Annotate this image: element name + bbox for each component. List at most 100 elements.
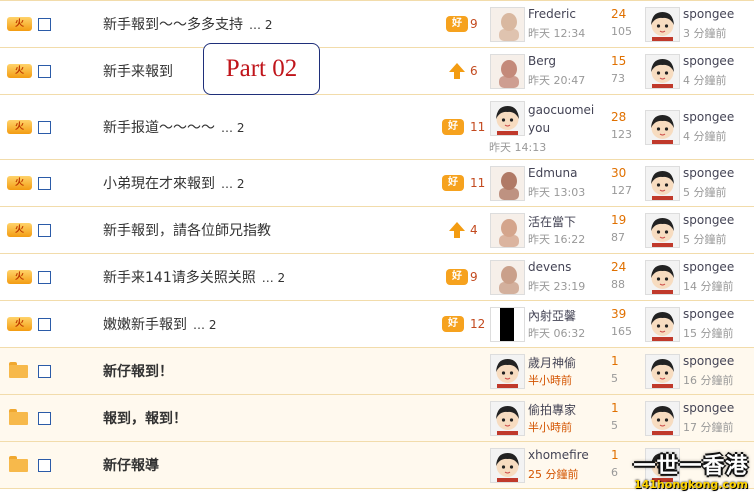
- thread-row[interactable]: 火 嫩嫩新手報到 … 2 好 12 內射亞馨 昨天 06:32 39 165 spongee 15 …: [0, 301, 754, 348]
- thread-title-link[interactable]: 新手来報到: [103, 61, 173, 81]
- thread-checkbox[interactable]: [38, 365, 51, 378]
- page-jump-link[interactable]: … 2: [262, 271, 285, 285]
- last-poster-avatar[interactable]: [645, 54, 680, 89]
- thread-title-link[interactable]: 新手報到，請各位師兄指教: [103, 220, 271, 240]
- thread-checkbox[interactable]: [38, 224, 51, 237]
- last-poster-name[interactable]: spongee: [683, 54, 734, 68]
- poster-name[interactable]: 內射亞馨: [528, 307, 576, 324]
- thread-title-link[interactable]: 新手報到～～多多支持 … 2: [103, 14, 272, 34]
- last-poster-avatar[interactable]: [645, 110, 680, 145]
- poster-avatar[interactable]: [490, 260, 525, 295]
- last-poster-avatar[interactable]: [645, 260, 680, 295]
- last-poster-name[interactable]: spongee: [683, 260, 734, 274]
- thread-title[interactable]: 新仔報到！: [103, 364, 173, 380]
- poster-name[interactable]: Edmuna: [528, 166, 577, 180]
- thread-title[interactable]: 新手来141请多关照关照: [103, 270, 256, 286]
- last-post-time: 5 分鐘前: [683, 233, 727, 246]
- view-count: 5: [611, 372, 618, 385]
- thread-row[interactable]: 火 新手報到，請各位師兄指教 4 活在當下 昨天 16:22 19 87 spongee 5 分…: [0, 207, 754, 254]
- thread-title-link[interactable]: 新手报道～～～～ … 2: [103, 117, 244, 137]
- poster-avatar[interactable]: [490, 307, 525, 342]
- rating-score: 4: [470, 223, 478, 237]
- last-poster-avatar[interactable]: [645, 213, 680, 248]
- thread-checkbox[interactable]: [38, 412, 51, 425]
- last-poster-avatar[interactable]: [645, 307, 680, 342]
- post-time: 昨天 16:22: [528, 233, 586, 246]
- post-time: 半小時前: [528, 374, 572, 387]
- post-time: 昨天 12:34: [528, 27, 586, 40]
- last-poster-name[interactable]: spongee: [683, 110, 734, 124]
- watermark-line1: 一世一香港: [633, 454, 749, 479]
- thread-checkbox[interactable]: [38, 65, 51, 78]
- page-jump-link[interactable]: … 2: [221, 121, 244, 135]
- poster-name[interactable]: gaocuomei you: [528, 101, 594, 137]
- poster-avatar[interactable]: [490, 7, 525, 42]
- rating-score: 12: [470, 317, 486, 331]
- thread-title-link[interactable]: 新仔報到！: [103, 361, 173, 381]
- page-jump-link[interactable]: … 2: [249, 18, 272, 32]
- page-jump-link[interactable]: … 2: [193, 318, 216, 332]
- hot-thread-icon: 火: [7, 176, 32, 190]
- post-time: 昨天 20:47: [528, 74, 586, 87]
- poster-name[interactable]: xhomefire: [528, 448, 589, 462]
- thread-title-link[interactable]: 報到，報到！: [103, 408, 187, 428]
- last-poster-avatar[interactable]: [645, 166, 680, 201]
- poster-avatar[interactable]: [490, 54, 525, 89]
- thread-row[interactable]: 火 新手報到～～多多支持 … 2 好 9 Frederic 昨天 12:34 24 105 spo…: [0, 1, 754, 48]
- last-poster-name[interactable]: spongee: [683, 401, 734, 415]
- poster-name[interactable]: 歲月神偷: [528, 354, 576, 371]
- thread-title[interactable]: 新仔報導: [103, 458, 159, 474]
- post-time: 25 分鐘前: [528, 468, 579, 481]
- thread-title-link[interactable]: 新仔報導: [103, 455, 159, 475]
- last-poster-name[interactable]: spongee: [683, 213, 734, 227]
- thread-checkbox[interactable]: [38, 121, 51, 134]
- poster-name[interactable]: 活在當下: [528, 213, 576, 230]
- post-time: 昨天 13:03: [528, 186, 586, 199]
- thread-checkbox[interactable]: [38, 18, 51, 31]
- poster-name[interactable]: Berg: [528, 54, 556, 68]
- thread-title[interactable]: 嫩嫩新手報到: [103, 317, 187, 333]
- thread-checkbox[interactable]: [38, 318, 51, 331]
- last-poster-name[interactable]: spongee: [683, 307, 734, 321]
- thread-row[interactable]: 火 小弟現在才來報到 … 2 好 11 Edmuna 昨天 13:03 30 127 sponge…: [0, 160, 754, 207]
- thread-row[interactable]: 火 新手报道～～～～ … 2 好 11 gaocuomei you 昨天 14:13 28 12…: [0, 95, 754, 160]
- last-post-time: 16 分鐘前: [683, 374, 734, 387]
- last-poster-avatar[interactable]: [645, 354, 680, 389]
- thread-row[interactable]: 報到，報到！ 偷拍專家 半小時前 1 5 spongee 17 分鐘前: [0, 395, 754, 442]
- thread-title[interactable]: 小弟現在才來報到: [103, 176, 215, 192]
- thread-title[interactable]: 新手报道～～～～: [103, 120, 215, 136]
- thread-title-link[interactable]: 小弟現在才來報到 … 2: [103, 173, 244, 193]
- last-poster-avatar[interactable]: [645, 7, 680, 42]
- poster-avatar[interactable]: [490, 354, 525, 389]
- post-time: 半小時前: [528, 421, 572, 434]
- hot-thread-icon: 火: [7, 223, 32, 237]
- page-jump-link[interactable]: … 2: [221, 177, 244, 191]
- poster-name[interactable]: 偷拍專家: [528, 401, 576, 418]
- thread-row[interactable]: 火 新手来141请多关照关照 … 2 好 9 devens 昨天 23:19 24 88 spon…: [0, 254, 754, 301]
- thread-title-link[interactable]: 嫩嫩新手報到 … 2: [103, 314, 216, 334]
- poster-avatar[interactable]: [490, 166, 525, 201]
- reply-count: 1: [611, 401, 619, 415]
- thread-title[interactable]: 新手来報到: [103, 64, 173, 80]
- poster-name[interactable]: devens: [528, 260, 571, 274]
- poster-avatar[interactable]: [490, 448, 525, 483]
- thread-title-link[interactable]: 新手来141请多关照关照 … 2: [103, 267, 285, 287]
- view-count: 105: [611, 25, 632, 38]
- thread-title[interactable]: 報到，報到！: [103, 411, 187, 427]
- thread-checkbox[interactable]: [38, 459, 51, 472]
- poster-name[interactable]: Frederic: [528, 7, 576, 21]
- last-poster-name[interactable]: spongee: [683, 166, 734, 180]
- poster-avatar[interactable]: [490, 401, 525, 436]
- thread-row[interactable]: 新仔報到！ 歲月神偷 半小時前 1 5 spongee 16 分鐘前: [0, 348, 754, 395]
- poster-avatar[interactable]: [490, 101, 525, 136]
- thread-checkbox[interactable]: [38, 177, 51, 190]
- last-poster-name[interactable]: spongee: [683, 354, 734, 368]
- folder-icon: [9, 362, 28, 378]
- thread-row[interactable]: 火 新手来報到 6 Berg 昨天 20:47 15 73 spongee 4 分鐘前: [0, 48, 754, 95]
- last-poster-avatar[interactable]: [645, 401, 680, 436]
- poster-avatar[interactable]: [490, 213, 525, 248]
- thread-checkbox[interactable]: [38, 271, 51, 284]
- thread-title[interactable]: 新手報到～～多多支持: [103, 17, 243, 33]
- last-poster-name[interactable]: spongee: [683, 7, 734, 21]
- thread-title[interactable]: 新手報到，請各位師兄指教: [103, 223, 271, 239]
